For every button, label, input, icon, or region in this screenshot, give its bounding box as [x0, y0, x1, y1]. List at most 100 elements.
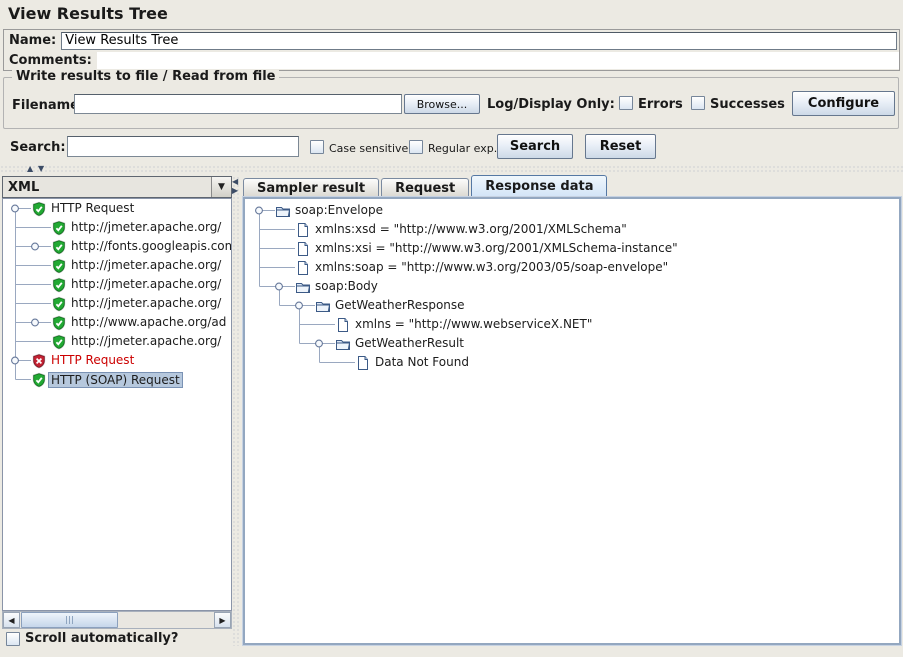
folder-icon [315, 298, 331, 314]
tree-node-label: HTTP (SOAP) Request [48, 372, 183, 388]
reset-button[interactable]: Reset [585, 134, 656, 159]
successes-checkbox[interactable] [691, 96, 705, 110]
folder-icon [295, 279, 311, 295]
results-tree-hscrollbar[interactable]: ◀ ▶ [2, 611, 232, 629]
folder-icon [335, 336, 351, 352]
results-tree-row[interactable]: http://fonts.googleapis.com [3, 237, 231, 256]
splitter-collapse-right-icon[interactable]: ▶ [232, 187, 238, 195]
tree-node-label: http://fonts.googleapis.com [68, 239, 232, 254]
tree-node-label: Data Not Found [372, 355, 472, 370]
write-results-group: Write results to file / Read from file F… [3, 77, 899, 129]
tree-node-label: xmlns = "http://www.webserviceX.NET" [352, 317, 595, 332]
document-icon [295, 260, 311, 276]
results-tree-row[interactable]: http://jmeter.apache.org/ [3, 275, 231, 294]
folder-icon [275, 203, 291, 219]
tree-node-label: http://jmeter.apache.org/ [68, 334, 224, 349]
success-shield-icon [51, 239, 67, 255]
vertical-splitter[interactable]: ◀ ▶ [232, 176, 241, 646]
tree-node-label: http://jmeter.apache.org/ [68, 277, 224, 292]
results-tree-row[interactable]: http://www.apache.org/ad [3, 313, 231, 332]
scrollbar-left-button[interactable]: ◀ [3, 612, 20, 628]
tree-node-label: HTTP Request [48, 353, 137, 368]
scrollbar-thumb[interactable] [21, 612, 118, 628]
splitter-collapse-down-icon[interactable]: ▼ [38, 165, 44, 173]
results-tree-row[interactable]: HTTP Request [3, 351, 231, 370]
result-tabs: Sampler result Request Response data [243, 176, 609, 197]
results-view-selector[interactable]: XML ▼ [2, 176, 232, 198]
tab-sampler-result[interactable]: Sampler result [243, 178, 379, 197]
search-button[interactable]: Search [497, 134, 573, 159]
comments-row: Comments: [4, 51, 899, 70]
successes-label: Successes [710, 97, 785, 112]
filename-label: Filename [12, 98, 79, 113]
log-display-label: Log/Display Only: [487, 97, 615, 112]
results-tree-row[interactable]: http://jmeter.apache.org/ [3, 218, 231, 237]
tree-node-label: http://www.apache.org/ad [68, 315, 229, 330]
scroll-automatically-checkbox[interactable] [6, 632, 20, 646]
tree-node-label: HTTP Request [48, 201, 137, 216]
tree-node-label: soap:Envelope [292, 203, 386, 218]
results-tree: HTTP Request http://jmeter.apache.org/htt… [2, 198, 232, 611]
response-xml-tree-row[interactable]: xmlns:xsd = "http://www.w3.org/2001/XMLS… [247, 220, 899, 239]
name-comments-block: Name: Comments: [3, 29, 900, 71]
splitter-collapse-up-icon[interactable]: ▲ [27, 165, 33, 173]
tree-node-label: GetWeatherResponse [332, 298, 468, 313]
scrollbar-right-button[interactable]: ▶ [214, 612, 231, 628]
horizontal-splitter[interactable]: ▲ ▼ [0, 165, 903, 174]
tab-request[interactable]: Request [381, 178, 469, 197]
regular-exp-label: Regular exp. [428, 142, 497, 155]
success-shield-icon [51, 220, 67, 236]
splitter-collapse-left-icon[interactable]: ◀ [232, 178, 238, 186]
case-sensitive-checkbox[interactable] [310, 140, 324, 154]
success-shield-icon [51, 315, 67, 331]
document-icon [355, 355, 371, 371]
response-xml-tree-row[interactable]: GetWeatherResult [247, 334, 899, 353]
tree-node-label: http://jmeter.apache.org/ [68, 296, 224, 311]
success-shield-icon [51, 334, 67, 350]
response-xml-tree-row[interactable]: soap:Envelope [247, 201, 899, 220]
scroll-automatically-row: Scroll automatically? [6, 631, 178, 646]
response-xml-tree-row[interactable]: xmlns:xsi = "http://www.w3.org/2001/XMLS… [247, 239, 899, 258]
results-tree-row[interactable]: HTTP Request [3, 199, 231, 218]
response-data-panel: soap:Envelope xmlns:xsd = "http://www.w3.… [243, 197, 901, 645]
search-input[interactable] [67, 136, 299, 157]
chevron-down-icon[interactable]: ▼ [211, 177, 231, 197]
success-shield-icon [51, 277, 67, 293]
tree-node-label: xmlns:xsi = "http://www.w3.org/2001/XMLS… [312, 241, 681, 256]
success-shield-icon [51, 258, 67, 274]
results-view-value: XML [3, 180, 211, 195]
regular-exp-checkbox[interactable] [409, 140, 423, 154]
tree-node-label: soap:Body [312, 279, 381, 294]
page-title: View Results Tree [8, 4, 168, 23]
comments-input[interactable] [97, 52, 899, 69]
case-sensitive-label: Case sensitive [329, 142, 408, 155]
tree-node-label: http://jmeter.apache.org/ [68, 258, 224, 273]
tree-node-label: http://jmeter.apache.org/ [68, 220, 224, 235]
success-shield-icon [31, 372, 47, 388]
name-row: Name: [4, 30, 899, 51]
browse-button[interactable]: Browse... [404, 94, 480, 114]
errors-checkbox[interactable] [619, 96, 633, 110]
response-xml-tree-row[interactable]: xmlns:soap = "http://www.w3.org/2003/05/… [247, 258, 899, 277]
group-title: Write results to file / Read from file [12, 69, 279, 84]
tree-node-label: xmlns:xsd = "http://www.w3.org/2001/XMLS… [312, 222, 630, 237]
scroll-automatically-label: Scroll automatically? [25, 631, 178, 646]
tab-response-data[interactable]: Response data [471, 175, 607, 197]
document-icon [295, 241, 311, 257]
success-shield-icon [31, 201, 47, 217]
results-tree-row[interactable]: http://jmeter.apache.org/ [3, 294, 231, 313]
configure-button[interactable]: Configure [792, 91, 895, 116]
tree-node-label: GetWeatherResult [352, 336, 467, 351]
response-xml-tree-row[interactable]: soap:Body [247, 277, 899, 296]
tree-node-label: xmlns:soap = "http://www.w3.org/2003/05/… [312, 260, 671, 275]
response-xml-tree-row[interactable]: xmlns = "http://www.webserviceX.NET" [247, 315, 899, 334]
results-tree-row[interactable]: http://jmeter.apache.org/ [3, 332, 231, 351]
document-icon [295, 222, 311, 238]
response-xml-tree-row[interactable]: Data Not Found [247, 353, 899, 372]
filename-input[interactable] [74, 94, 402, 114]
results-tree-row[interactable]: http://jmeter.apache.org/ [3, 256, 231, 275]
results-tree-row[interactable]: HTTP (SOAP) Request [3, 370, 231, 389]
name-label: Name: [4, 33, 61, 48]
name-input[interactable] [61, 32, 897, 50]
response-xml-tree-row[interactable]: GetWeatherResponse [247, 296, 899, 315]
